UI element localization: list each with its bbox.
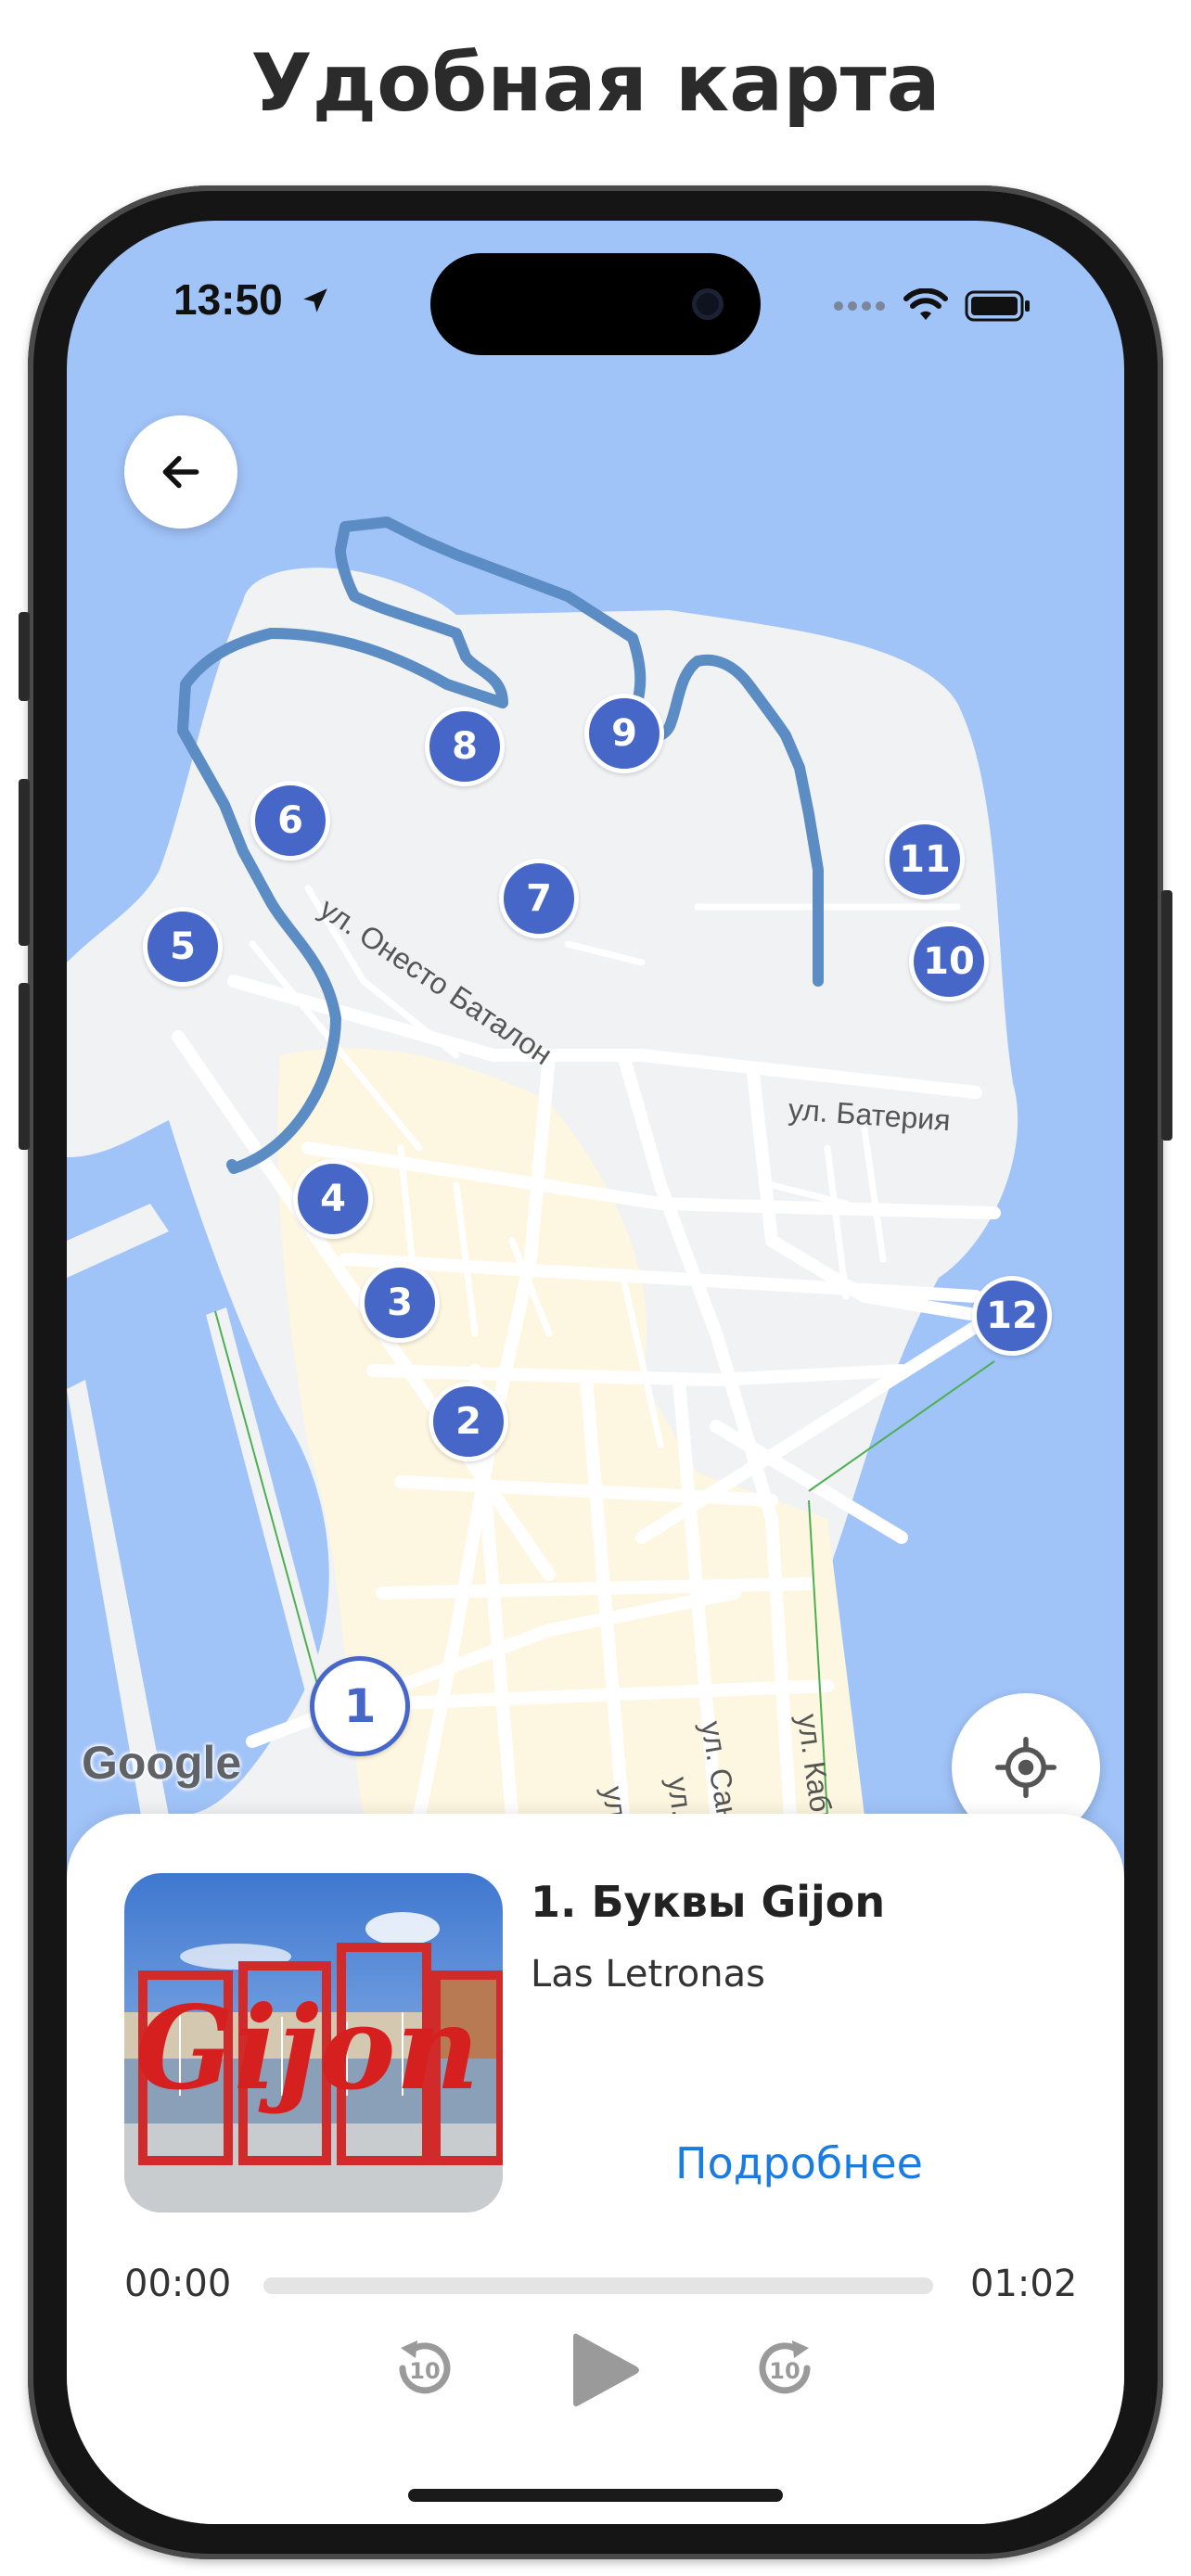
forward-10-label: 10 [769,2358,800,2384]
signal-dots-icon [834,301,885,311]
map-marker-9[interactable]: 9 [584,694,664,773]
page-headline: Удобная карта [250,37,941,130]
status-time: 13:50 [173,274,331,325]
rewind-10-icon: 10 [399,2340,451,2394]
status-time-text: 13:50 [173,275,283,324]
play-icon [573,2333,639,2406]
letters-sculpture-text: Gijon [135,1982,480,2116]
rewind-10-label: 10 [409,2358,440,2384]
crosshair-icon [995,1737,1057,1798]
map-marker-4[interactable]: 4 [293,1159,373,1239]
elapsed-time: 00:00 [124,2263,232,2305]
map-marker-5[interactable]: 5 [143,907,223,987]
front-camera [692,288,724,320]
stop-subtitle: Las Letronas [531,1953,765,1996]
status-icons [833,287,1031,325]
audio-player-sheet: Gijon 1. Буквы Gijon Las Letronas Подроб… [67,1814,1124,2524]
volume-down-button [19,983,30,1150]
map-marker-7[interactable]: 7 [499,859,579,938]
map-marker-11[interactable]: 11 [885,820,965,899]
audio-progress-bar[interactable] [263,2277,933,2294]
more-details-link[interactable]: Подробнее [675,2138,923,2188]
home-indicator[interactable] [408,2489,783,2502]
map-marker-10[interactable]: 10 [909,922,989,1001]
map-marker-1[interactable]: 1 [310,1656,410,1756]
map-marker-8[interactable]: 8 [425,707,505,786]
map-marker-12[interactable]: 12 [972,1276,1052,1356]
total-duration: 01:02 [970,2263,1078,2305]
volume-up-button [19,779,30,946]
map-marker-6[interactable]: 6 [250,781,330,861]
map-marker-2[interactable]: 2 [429,1382,508,1461]
back-button[interactable] [124,415,237,529]
play-button[interactable] [549,2315,660,2426]
arrow-left-icon [162,455,199,489]
phone-screen: ул. Онесто Баталон ул. Батерия ул. Сан Р… [67,221,1124,2524]
battery-icon [965,290,1030,322]
wifi-icon [903,288,948,320]
location-arrow-icon [303,288,328,312]
power-button [1161,890,1172,1141]
skip-back-button[interactable]: 10 [377,2322,469,2415]
skip-forward-button[interactable]: 10 [740,2322,833,2415]
map-marker-3[interactable]: 3 [360,1263,440,1343]
google-attribution: Google [82,1737,242,1789]
action-button [19,612,30,701]
forward-10-icon: 10 [759,2340,811,2394]
dynamic-island [430,253,761,355]
stop-title: 1. Буквы Gijon [531,1877,886,1927]
stop-photo[interactable]: Gijon [124,1873,503,2213]
